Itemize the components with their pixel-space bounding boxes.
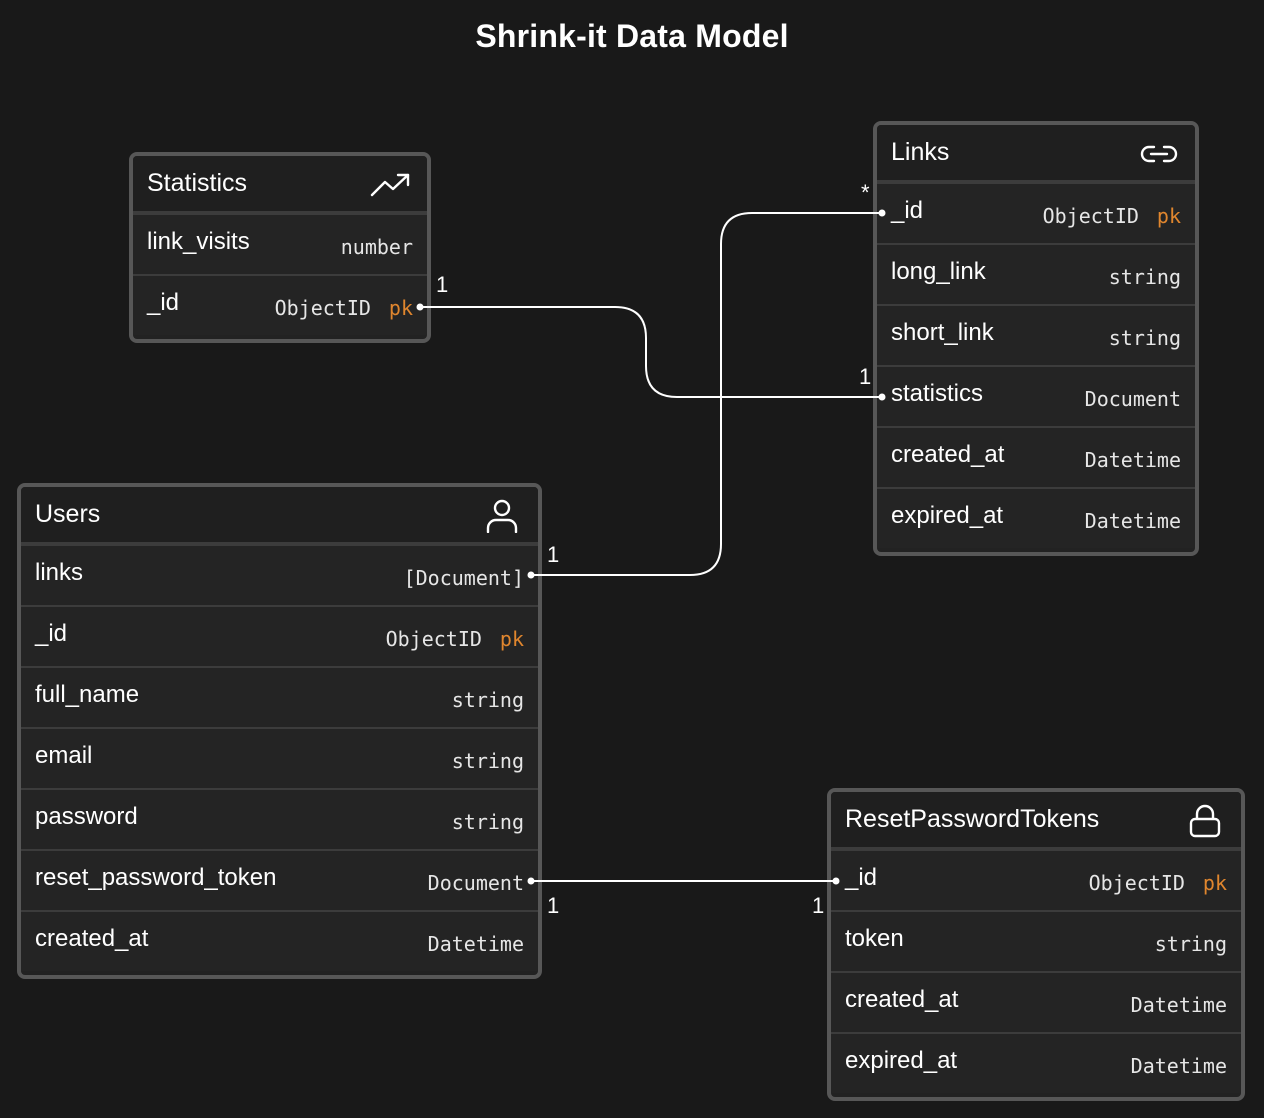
relation-endpoint — [416, 303, 424, 311]
relationship-lines — [416, 209, 886, 885]
cardinality-label: 1 — [859, 364, 872, 389]
relation-endpoint — [527, 877, 535, 885]
relation-endpoint — [878, 393, 886, 401]
relation-endpoint — [832, 877, 840, 885]
relation-users-links — [531, 212, 882, 576]
relation-endpoint — [527, 571, 535, 579]
cardinality-label: 1 — [547, 542, 560, 567]
relation-statistics-links — [420, 306, 882, 398]
cardinality-label: 1 — [436, 272, 449, 297]
relation-endpoint — [878, 209, 886, 217]
cardinality-label: 1 — [547, 893, 560, 918]
cardinality-label: 1 — [812, 893, 825, 918]
cardinality-label: * — [861, 180, 870, 205]
